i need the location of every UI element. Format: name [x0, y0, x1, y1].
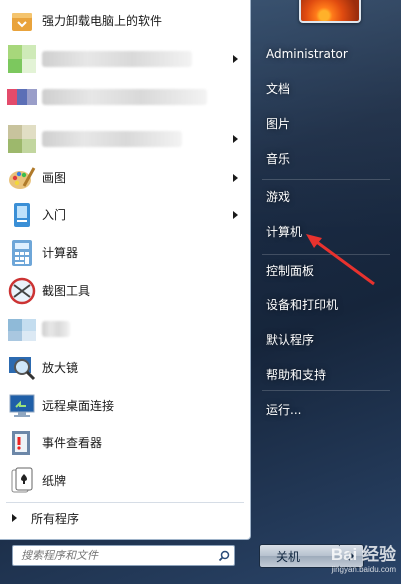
program-label: 截图工具 [42, 284, 91, 298]
right-link-documents[interactable]: 文档 [259, 75, 389, 101]
blurred-icon [6, 313, 38, 345]
watermark: Bai 经验 jingyan.baidu.com [276, 540, 396, 580]
blurred-icon [6, 123, 38, 155]
submenu-arrow-icon [233, 173, 238, 182]
submenu-arrow-icon [233, 54, 238, 63]
right-link-games[interactable]: 游戏 [259, 183, 389, 209]
right-link-computer[interactable]: 计算机 [259, 218, 389, 244]
program-item-uninstall[interactable]: 强力卸载电脑上的软件 [0, 2, 250, 39]
snipping-tool-icon [6, 275, 38, 307]
program-label: 计算器 [42, 246, 79, 260]
getting-started-icon [6, 199, 38, 231]
all-programs-label: 所有程序 [31, 511, 80, 526]
watermark-line2: jingyan.baidu.com [331, 565, 396, 574]
program-label: 入门 [42, 208, 67, 222]
separator [262, 390, 390, 391]
expand-arrow-icon [12, 514, 17, 522]
right-link-control-panel[interactable]: 控制面板 [259, 257, 389, 283]
program-item-blurred[interactable] [0, 310, 250, 347]
magnifier-icon [6, 352, 38, 384]
right-link-label: 设备和打印机 [266, 297, 339, 312]
right-link-label: 控制面板 [266, 263, 315, 278]
right-link-label: 运行... [266, 402, 302, 417]
right-link-label: 图片 [266, 116, 291, 131]
program-item-event-viewer[interactable]: 事件查看器 [0, 424, 250, 461]
program-item-paint[interactable]: 画图 [0, 159, 250, 196]
blurred-label [42, 88, 207, 105]
program-label: 远程桌面连接 [42, 399, 115, 413]
separator [6, 502, 244, 503]
program-item-remote-desktop[interactable]: 远程桌面连接 [0, 387, 250, 424]
right-link-label: 默认程序 [266, 332, 315, 347]
right-link-music[interactable]: 音乐 [259, 145, 389, 171]
program-item-blurred[interactable] [0, 40, 250, 77]
right-link-user[interactable]: Administrator [259, 41, 389, 67]
submenu-arrow-icon [233, 210, 238, 219]
right-link-help-support[interactable]: 帮助和支持 [259, 361, 389, 387]
blurred-icon [6, 43, 38, 75]
right-link-pictures[interactable]: 图片 [259, 110, 389, 136]
right-link-run[interactable]: 运行... [259, 396, 389, 422]
paint-icon [6, 162, 38, 194]
watermark-line1: Bai 经验 [330, 545, 396, 564]
separator [262, 254, 390, 255]
program-label: 强力卸载电脑上的软件 [42, 14, 163, 28]
program-label: 事件查看器 [42, 436, 103, 450]
blurred-label [42, 320, 70, 337]
remote-desktop-icon [6, 390, 38, 422]
program-label: 画图 [42, 171, 67, 185]
program-list-pane: 强力卸载电脑上的软件 画图 入门 计算器 截图工具 放大镜 远程桌面连接 事件查… [0, 0, 251, 540]
right-link-label: 文档 [266, 81, 291, 96]
program-label: 放大镜 [42, 361, 79, 375]
blurred-label [42, 130, 182, 147]
search-input[interactable] [13, 546, 214, 565]
right-link-devices-printers[interactable]: 设备和打印机 [259, 291, 389, 317]
program-label: 纸牌 [42, 474, 67, 488]
program-item-solitaire[interactable]: 纸牌 [0, 462, 250, 499]
right-link-label: 计算机 [266, 224, 303, 239]
separator [262, 179, 390, 180]
user-avatar[interactable] [299, 0, 361, 23]
program-item-blurred[interactable] [0, 78, 250, 115]
program-item-getting-started[interactable]: 入门 [0, 196, 250, 233]
uninstall-icon [6, 5, 38, 37]
right-link-label: 游戏 [266, 189, 291, 204]
event-viewer-icon [6, 427, 38, 459]
search-box[interactable] [12, 545, 235, 566]
program-item-magnifier[interactable]: 放大镜 [0, 349, 250, 386]
right-link-label: Administrator [266, 47, 348, 61]
blurred-icon [6, 81, 38, 113]
right-link-label: 音乐 [266, 151, 291, 166]
all-programs-button[interactable]: 所有程序 [0, 507, 250, 529]
search-icon[interactable] [214, 546, 234, 565]
right-link-label: 帮助和支持 [266, 367, 327, 382]
solitaire-icon [6, 465, 38, 497]
program-item-snipping-tool[interactable]: 截图工具 [0, 272, 250, 309]
calculator-icon [6, 237, 38, 269]
program-item-blurred[interactable] [0, 120, 250, 157]
program-item-calculator[interactable]: 计算器 [0, 234, 250, 271]
right-link-default-programs[interactable]: 默认程序 [259, 326, 389, 352]
submenu-arrow-icon [233, 134, 238, 143]
blurred-label [42, 50, 192, 67]
